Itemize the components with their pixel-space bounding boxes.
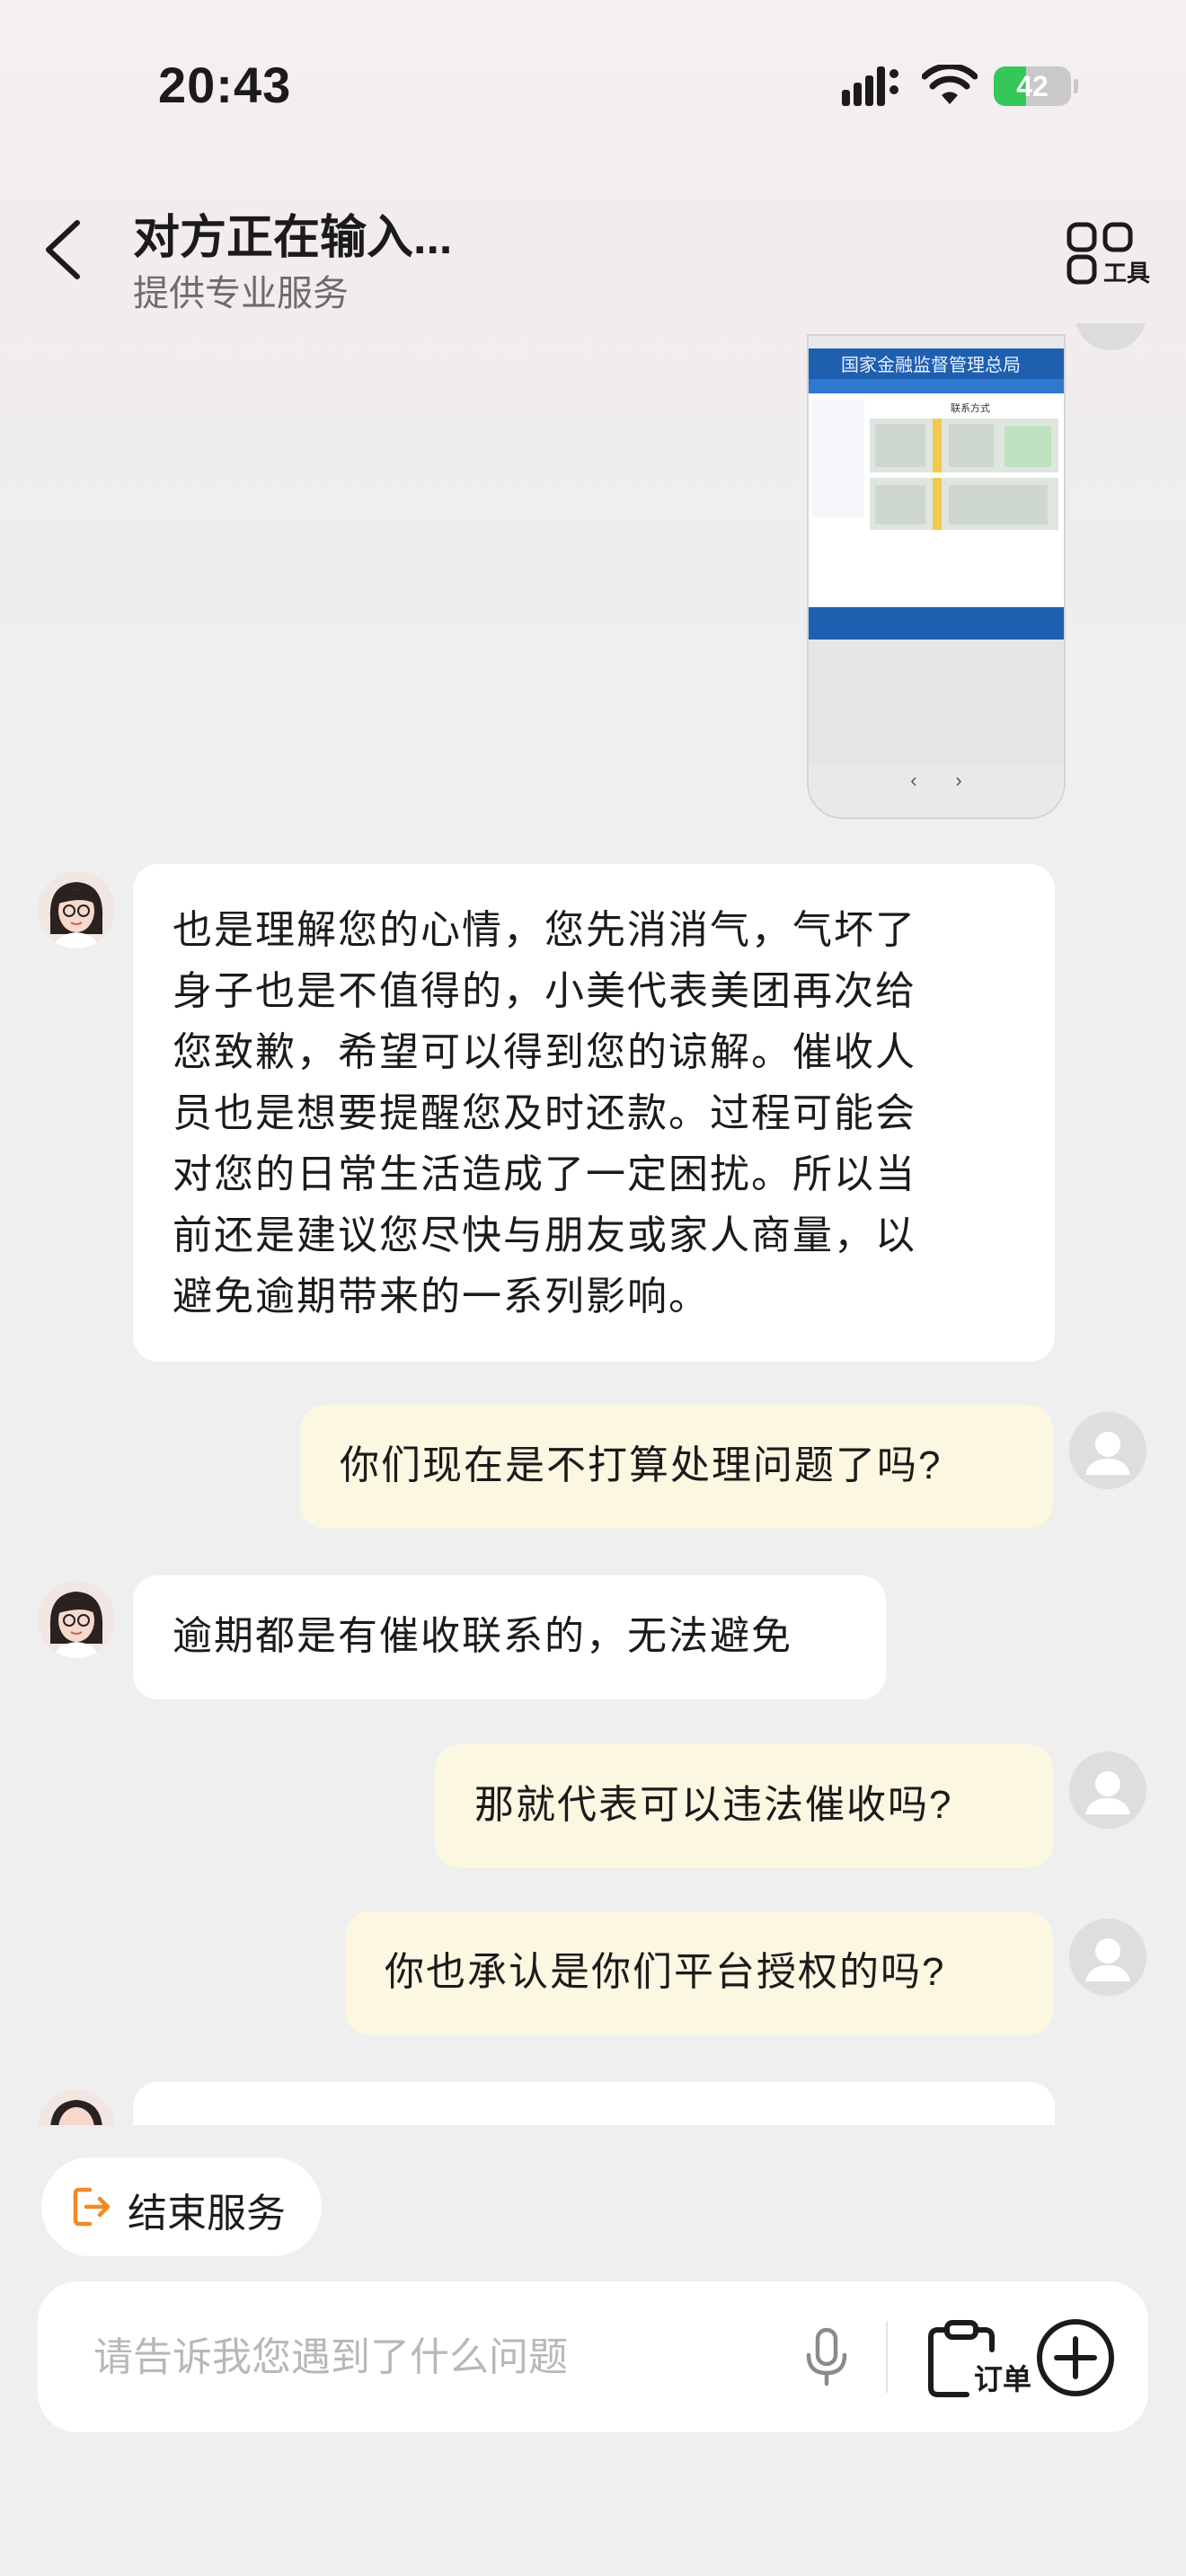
tools-label[interactable]: 工具 — [1103, 255, 1150, 288]
back-arrow-icon[interactable] — [36, 212, 90, 287]
message-line: 身子也是不值得的，小美代表美团再次给 — [173, 969, 916, 1013]
agent-message-bubble[interactable]: 也是理解您的心情，您先消消气，气坏了 身子也是不值得的，小美代表美团再次给 您致… — [133, 864, 1055, 1362]
message-line: 前还是建议您尽快与朋友或家人商量，以 — [173, 1213, 916, 1257]
plus-circle-icon[interactable] — [1035, 2317, 1116, 2398]
message-line: 员也是想要提醒您及时还款。过程可能会 — [173, 1091, 916, 1135]
status-time: 20:43 — [158, 57, 292, 113]
signal-icon — [842, 66, 898, 106]
agent-avatar — [38, 1581, 115, 1658]
end-service-label: 结束服务 — [128, 2192, 286, 2236]
user-message-bubble[interactable]: 你也承认是你们平台授权的吗? — [345, 1911, 1053, 2035]
message-text: 逾期都是有催收联系的，无法避免 — [173, 1614, 792, 1658]
agent-message-bubble[interactable]: 逾期都是有催收联系的，无法避免 — [133, 1575, 886, 1699]
page-title: 对方正在输入... — [133, 212, 453, 264]
message-line: 对您的日常生活造成了一定困扰。所以当 — [173, 1152, 916, 1196]
screenshot-nav-bar — [809, 379, 1064, 393]
microphone-icon[interactable] — [800, 2325, 854, 2389]
message-input[interactable] — [92, 2321, 796, 2395]
avatar — [1075, 323, 1146, 350]
page-subtitle: 提供专业服务 — [133, 274, 349, 313]
screenshot-map — [870, 419, 1058, 530]
agent-message-bubble-partial[interactable] — [133, 2082, 1055, 2125]
message-text: 那就代表可以违法催收吗? — [474, 1783, 953, 1827]
user-message-bubble[interactable]: 那就代表可以违法催收吗? — [435, 1744, 1053, 1868]
user-message-bubble[interactable]: 你们现在是不打算处理问题了吗? — [300, 1405, 1053, 1529]
screenshot-page-title: 联系方式 — [951, 403, 990, 414]
input-divider — [886, 2321, 888, 2393]
battery-level: 42 — [1016, 70, 1049, 102]
exit-icon — [73, 2187, 111, 2227]
order-label[interactable]: 订单 — [974, 2357, 1031, 2398]
shared-screenshot-image[interactable]: 国家金融监督管理总局 联系方式 ‹ › — [807, 334, 1066, 819]
message-input-bar: 订单 — [38, 2281, 1148, 2432]
wifi-icon — [922, 65, 978, 104]
end-service-button[interactable]: 结束服务 — [41, 2157, 322, 2256]
battery-icon: 42 — [994, 66, 1078, 106]
message-text: 你也承认是你们平台授权的吗? — [385, 1950, 946, 1994]
screenshot-sidebar — [812, 401, 864, 517]
message-line: 您致歉，希望可以得到您的谅解。催收人 — [173, 1030, 916, 1074]
agent-avatar — [38, 2089, 115, 2125]
user-avatar — [1069, 1412, 1146, 1489]
message-line: 避免逾期带来的一系列影响。 — [173, 1275, 710, 1319]
screenshot-site-title: 国家金融监督管理总局 — [841, 356, 1021, 375]
screenshot-browser-arrows: ‹ › — [910, 769, 962, 791]
user-avatar — [1069, 1751, 1146, 1829]
user-avatar — [1069, 1919, 1146, 1996]
agent-avatar — [38, 871, 115, 948]
screenshot-page: 联系方式 — [809, 393, 1064, 607]
message-text: 你们现在是不打算处理问题了吗? — [340, 1443, 943, 1487]
chat-area[interactable]: 国家金融监督管理总局 联系方式 ‹ › 也是理解您的心情，您先消消气，气坏了 身… — [0, 323, 1186, 2125]
message-line: 也是理解您的心情，您先消消气，气坏了 — [173, 908, 916, 952]
screenshot-footer — [809, 607, 1064, 640]
screenshot-blank-area — [809, 640, 1064, 765]
screenshot-site-header: 国家金融监督管理总局 — [809, 348, 1064, 379]
